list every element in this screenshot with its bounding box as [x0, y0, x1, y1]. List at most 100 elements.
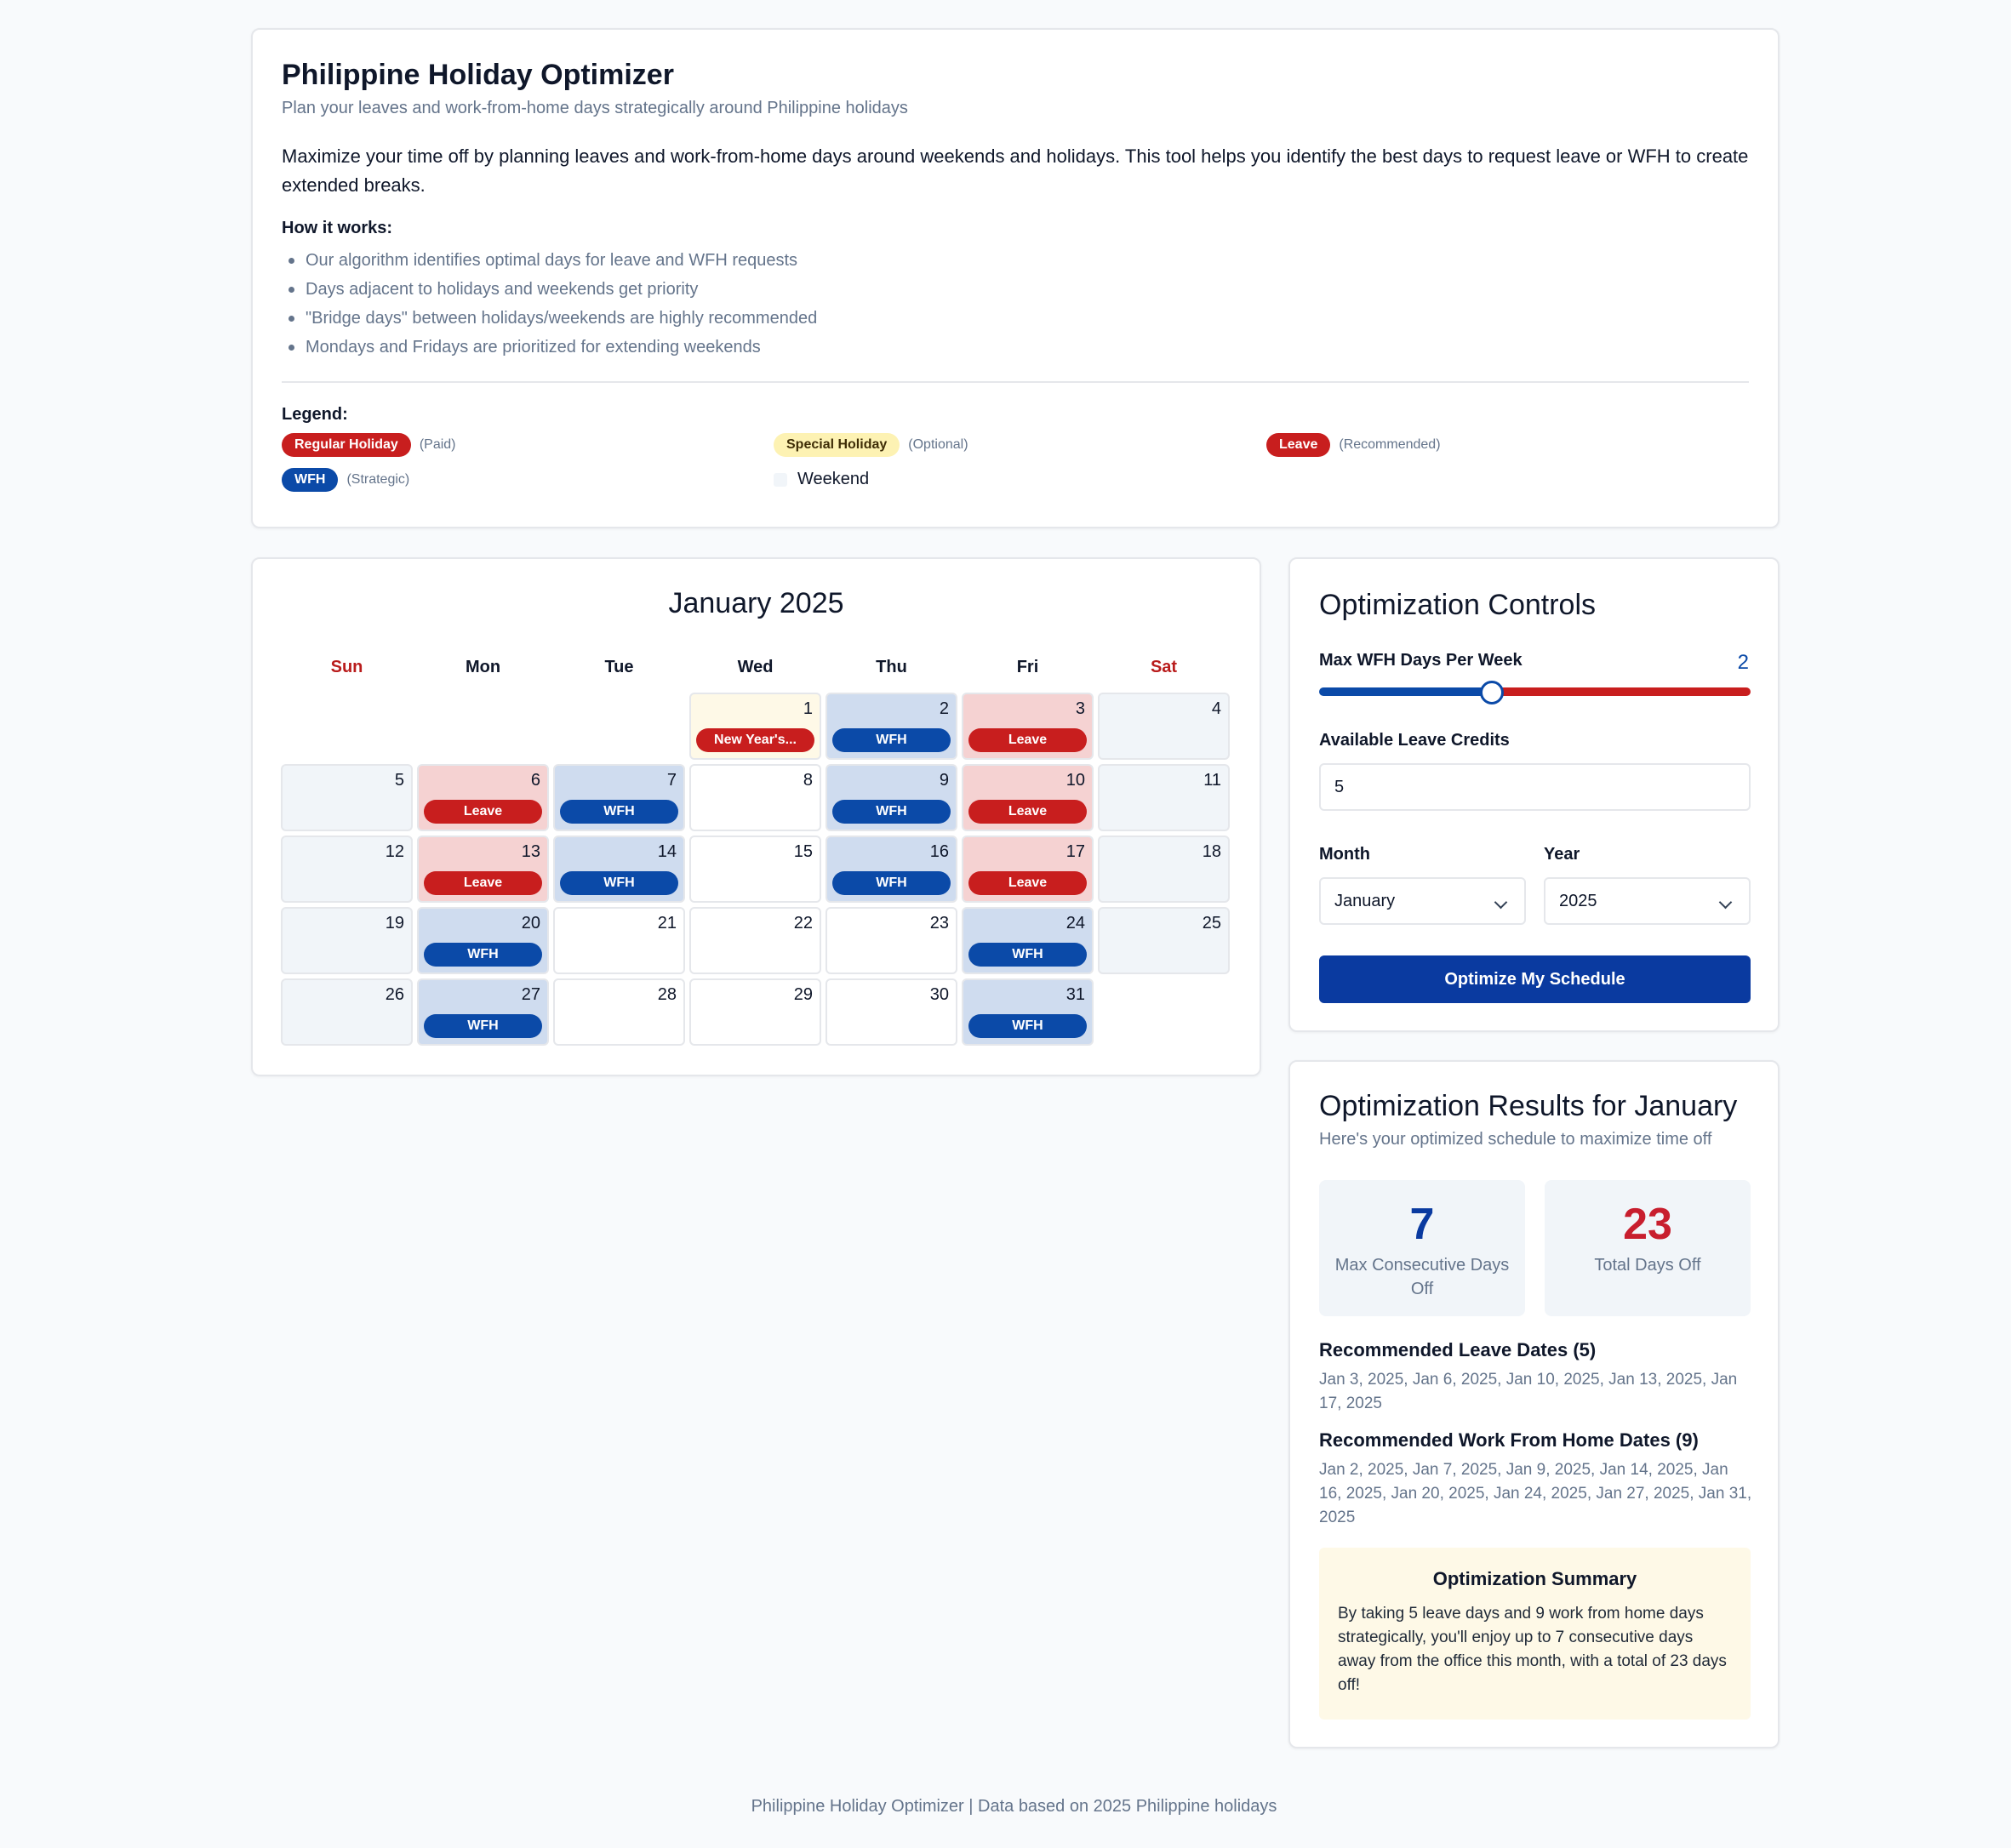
how-it-works-title: How it works:	[282, 219, 393, 237]
legend-special-holiday: Special Holiday (Optional)	[774, 433, 968, 457]
legend: Regular Holiday (Paid) Special Holiday (…	[282, 433, 1749, 501]
calendar-day-31[interactable]: 31 WFH	[962, 978, 1094, 1046]
month-label: Month	[1319, 845, 1370, 864]
wfh-slider-track[interactable]	[1319, 687, 1751, 696]
calendar-day-11[interactable]: 11	[1098, 764, 1230, 831]
calendar-card: January 2025 Sun Mon Tue Wed Thu Fri Sat 1 New …	[251, 557, 1261, 1076]
month-select[interactable]: January	[1319, 877, 1526, 925]
page-subtitle: Plan your leaves and work-from-home days…	[282, 99, 908, 117]
day-number: 11	[1203, 771, 1221, 790]
calendar-day-6[interactable]: 6 Leave	[417, 764, 549, 831]
day-number: 22	[793, 914, 813, 933]
year-select[interactable]: 2025	[1544, 877, 1751, 925]
intro-card: Philippine Holiday Optimizer Plan your l…	[251, 28, 1780, 528]
day-number: 9	[939, 771, 949, 790]
weekend-swatch	[774, 472, 787, 487]
how-item: Our algorithm identifies optimal days fo…	[282, 246, 1749, 275]
calendar-day-9[interactable]: 9 WFH	[826, 764, 957, 831]
weekday-sun: Sun	[330, 658, 363, 676]
calendar-day-16[interactable]: 16 WFH	[826, 836, 957, 903]
calendar-day-23[interactable]: 23	[826, 907, 957, 974]
optimize-button[interactable]: Optimize My Schedule	[1319, 955, 1751, 1003]
day-number: 14	[657, 842, 677, 861]
leave-note: (Recommended)	[1339, 437, 1441, 452]
wfh-tag: WFH	[424, 943, 542, 967]
wfh-tag: WFH	[560, 800, 678, 824]
calendar-day-2[interactable]: 2 WFH	[826, 693, 957, 760]
consecutive-days-value: 7	[1409, 1200, 1435, 1249]
holiday-tag: New Year's...	[696, 728, 814, 752]
consecutive-days-stat: 7 Max Consecutive Days Off	[1319, 1180, 1525, 1316]
day-number: 15	[793, 842, 813, 861]
calendar-day-18[interactable]: 18	[1098, 836, 1230, 903]
calendar-day-14[interactable]: 14 WFH	[553, 836, 685, 903]
day-number: 4	[1211, 699, 1221, 718]
calendar-day-24[interactable]: 24 WFH	[962, 907, 1094, 974]
wfh-tag: WFH	[424, 1014, 542, 1038]
day-number: 8	[803, 771, 813, 790]
month-select-value: January	[1334, 891, 1396, 910]
leave-dates-list: Jan 3, 2025, Jan 6, 2025, Jan 10, 2025, …	[1319, 1371, 1738, 1412]
year-label: Year	[1544, 845, 1580, 864]
leave-credits-input[interactable]: 5	[1319, 763, 1751, 811]
footer: Philippine Holiday Optimizer | Data base…	[751, 1797, 1277, 1816]
calendar-day-4[interactable]: 4	[1098, 693, 1230, 760]
calendar-day-22[interactable]: 22	[689, 907, 821, 974]
wfh-tag: WFH	[832, 800, 951, 824]
calendar-title: January 2025	[668, 587, 844, 619]
weekday-sat: Sat	[1150, 658, 1178, 676]
wfh-tag: WFH	[832, 871, 951, 895]
calendar-day-1[interactable]: 1 New Year's...	[689, 693, 821, 760]
weekday-mon: Mon	[465, 658, 501, 676]
calendar-day-27[interactable]: 27 WFH	[417, 978, 549, 1046]
legend-title: Legend:	[282, 405, 348, 424]
calendar-day-30[interactable]: 30	[826, 978, 957, 1046]
special-holiday-badge: Special Holiday	[774, 433, 900, 457]
leave-tag: Leave	[968, 871, 1087, 895]
results-title: Optimization Results for January	[1319, 1090, 1738, 1122]
legend-regular-holiday: Regular Holiday (Paid)	[282, 433, 456, 457]
day-number: 7	[666, 771, 677, 790]
total-days-value: 23	[1623, 1200, 1672, 1249]
optimization-summary: Optimization Summary By taking 5 leave d…	[1319, 1548, 1751, 1720]
day-number: 25	[1202, 914, 1221, 933]
calendar-day-29[interactable]: 29	[689, 978, 821, 1046]
legend-leave: Leave (Recommended)	[1266, 433, 1441, 457]
leave-tag: Leave	[968, 800, 1087, 824]
legend-weekend: Weekend	[774, 470, 869, 489]
calendar-day-25[interactable]: 25	[1098, 907, 1230, 974]
day-number: 2	[939, 699, 949, 718]
weekday-wed: Wed	[737, 658, 774, 676]
divider	[282, 381, 1749, 383]
day-number: 23	[929, 914, 949, 933]
calendar-day-7[interactable]: 7 WFH	[553, 764, 685, 831]
day-number: 17	[1065, 842, 1085, 861]
calendar-day-28[interactable]: 28	[553, 978, 685, 1046]
wfh-slider-thumb[interactable]	[1479, 681, 1504, 704]
calendar-day-15[interactable]: 15	[689, 836, 821, 903]
day-number: 30	[929, 985, 949, 1004]
how-item: "Bridge days" between holidays/weekends …	[282, 304, 1749, 333]
calendar-day-10[interactable]: 10 Leave	[962, 764, 1094, 831]
legend-wfh: WFH (Strategic)	[282, 468, 409, 492]
weekday-fri: Fri	[1016, 658, 1039, 676]
leave-badge: Leave	[1266, 433, 1331, 457]
day-number: 19	[385, 914, 404, 933]
calendar-day-17[interactable]: 17 Leave	[962, 836, 1094, 903]
day-number: 6	[530, 771, 540, 790]
calendar-day-26[interactable]: 26	[281, 978, 413, 1046]
day-number: 18	[1202, 842, 1221, 861]
calendar-day-19[interactable]: 19	[281, 907, 413, 974]
calendar-day-3[interactable]: 3 Leave	[962, 693, 1094, 760]
calendar-day-8[interactable]: 8	[689, 764, 821, 831]
calendar-day-21[interactable]: 21	[553, 907, 685, 974]
day-number: 20	[521, 914, 540, 933]
wfh-slider-label: Max WFH Days Per Week	[1319, 651, 1523, 670]
calendar-day-13[interactable]: 13 Leave	[417, 836, 549, 903]
day-number: 29	[793, 985, 813, 1004]
calendar-day-20[interactable]: 20 WFH	[417, 907, 549, 974]
calendar-day-12[interactable]: 12	[281, 836, 413, 903]
weekend-label: Weekend	[797, 470, 870, 488]
wfh-slider-value: 2	[1737, 651, 1749, 674]
calendar-day-5[interactable]: 5	[281, 764, 413, 831]
